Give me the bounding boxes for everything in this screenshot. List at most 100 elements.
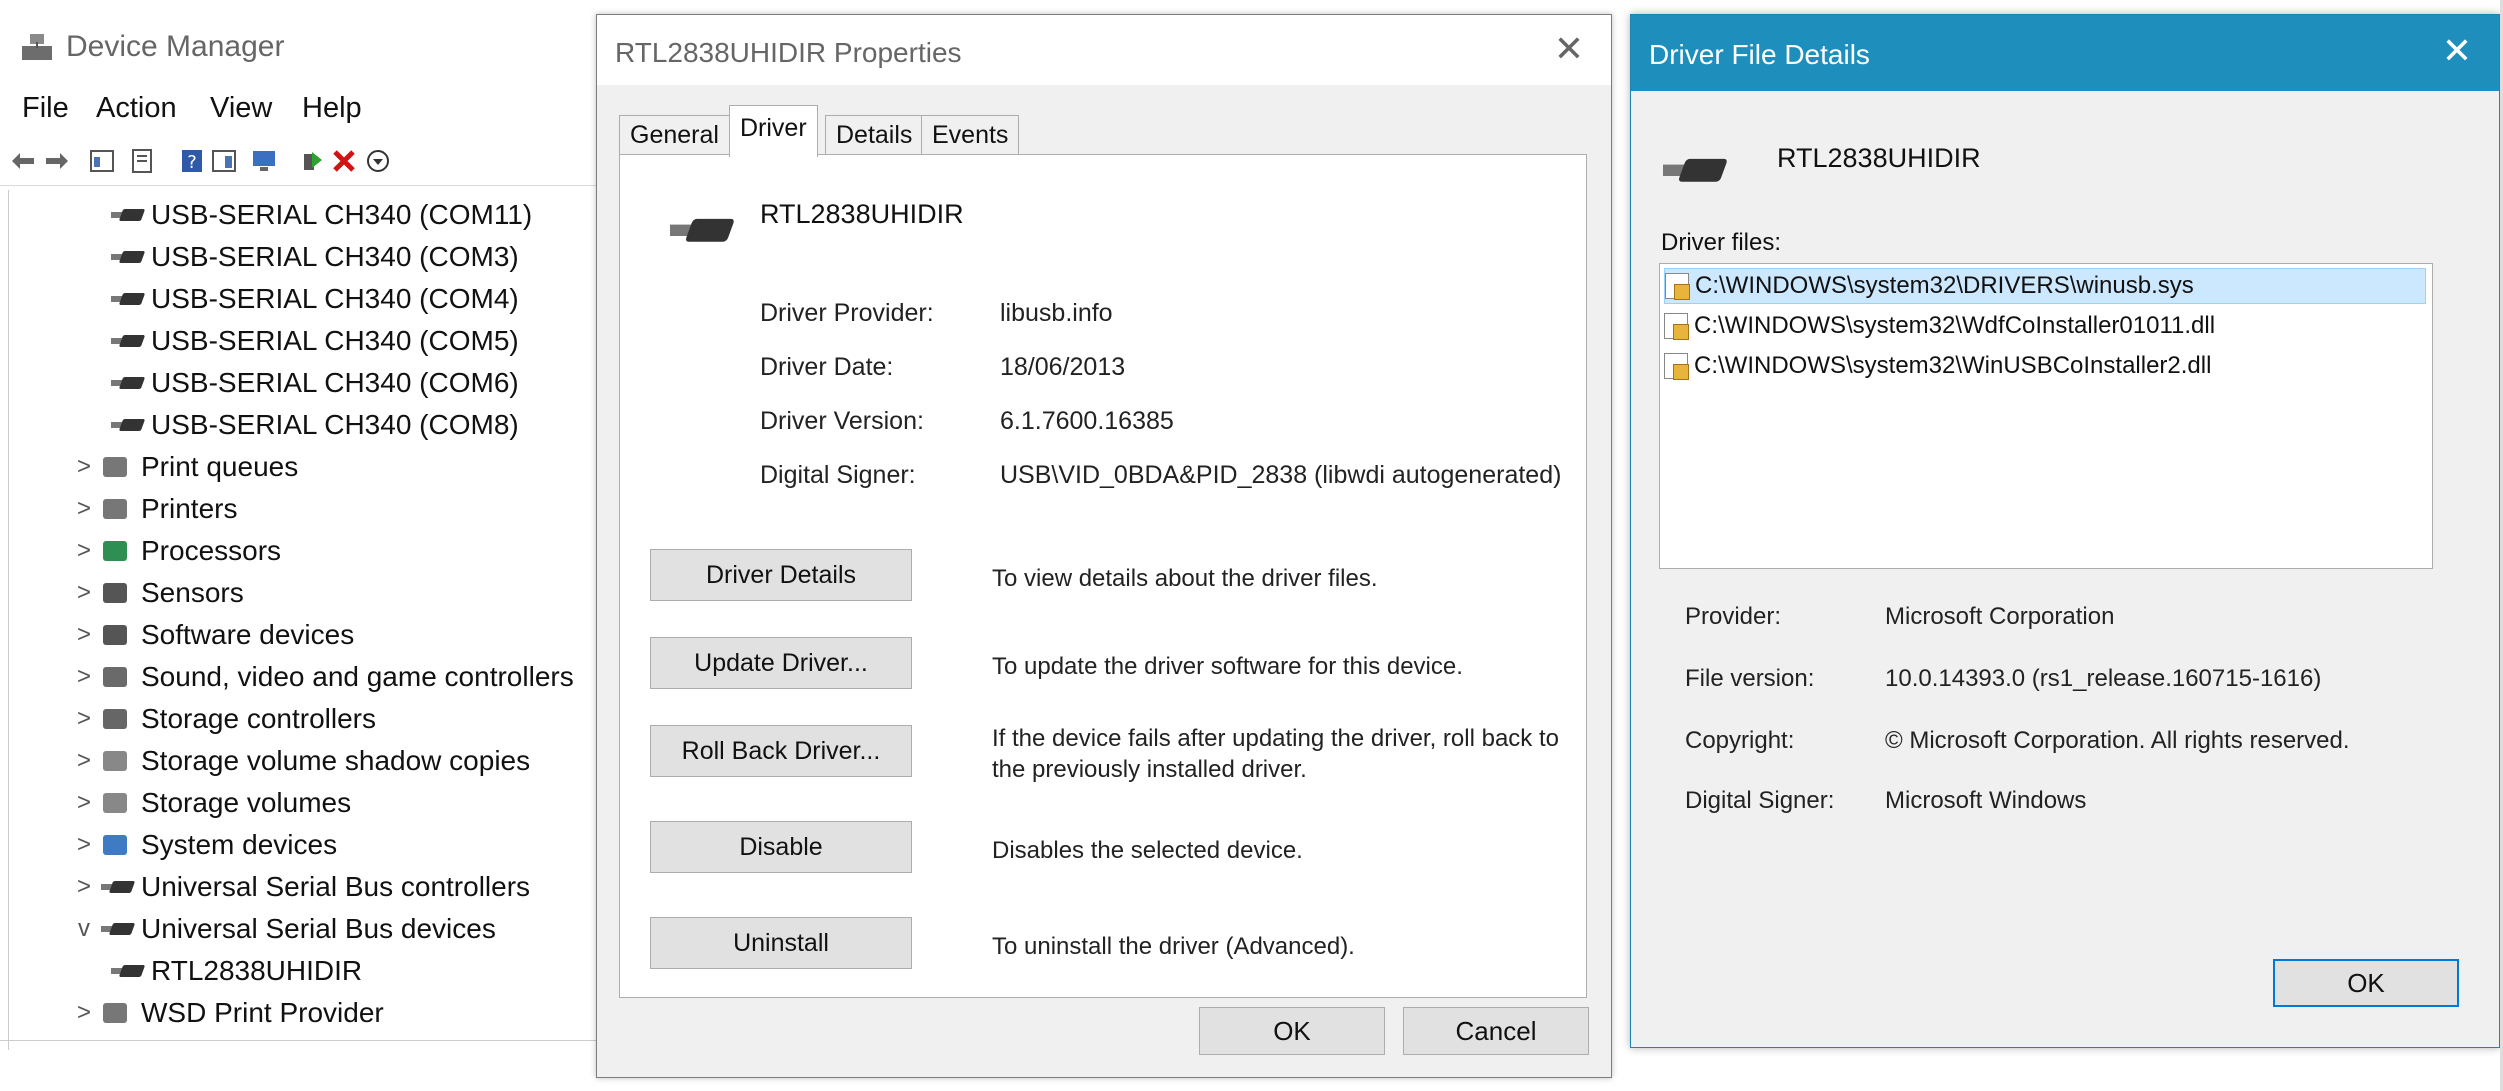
show-hide-console-tree-icon[interactable] — [88, 148, 116, 174]
file-version-value: 10.0.14393.0 (rs1_release.160715-1616) — [1885, 665, 2322, 692]
device-tree-item[interactable]: USB-SERIAL CH340 (COM8) — [109, 404, 519, 446]
chevron-right-icon[interactable]: > — [69, 831, 99, 859]
uninstall-device-icon[interactable] — [330, 148, 358, 174]
device-tree-label: RTL2838UHIDIR — [151, 955, 363, 986]
device-tree-item[interactable]: > Storage volumes — [69, 782, 351, 824]
device-tree-item[interactable]: USB-SERIAL CH340 (COM4) — [109, 278, 519, 320]
device-tree-label: Storage volume shadow copies — [141, 745, 531, 776]
device-name: RTL2838UHIDIR — [760, 199, 964, 229]
show-action-pane-icon[interactable] — [210, 148, 238, 174]
device-tree-item[interactable]: USB-SERIAL CH340 (COM3) — [109, 236, 519, 278]
device-tree-label: Printers — [141, 493, 238, 524]
drive-icon — [99, 791, 133, 815]
device-tree-label: USB-SERIAL CH340 (COM3) — [151, 241, 519, 272]
file-details-close-button[interactable]: ✕ — [2433, 29, 2481, 73]
device-tree-item[interactable]: > Processors — [69, 530, 281, 572]
usb-plug-icon — [109, 245, 143, 269]
chevron-right-icon[interactable]: > — [69, 663, 99, 691]
device-tree-item[interactable]: > Print queues — [69, 446, 298, 488]
chevron-right-icon[interactable]: > — [69, 705, 99, 733]
tab-driver[interactable]: Driver — [729, 105, 818, 157]
device-tree-item[interactable]: > Sensors — [69, 572, 244, 614]
device-tree-label: Print queues — [141, 451, 299, 482]
chevron-right-icon[interactable]: > — [69, 537, 99, 565]
device-tree-label: System devices — [141, 829, 338, 860]
tab-events[interactable]: Events — [921, 115, 1020, 155]
scan-for-hardware-changes-icon[interactable] — [250, 148, 278, 174]
file-version-label: File version: — [1685, 665, 1815, 692]
driver-file-icon — [1664, 353, 1689, 380]
chevron-right-icon[interactable]: > — [69, 579, 99, 607]
help-icon[interactable]: ? — [178, 148, 206, 174]
driver-file-row[interactable]: C:\WINDOWS\system32\WinUSBCoInstaller2.d… — [1664, 348, 2426, 384]
driver-file-row[interactable]: C:\WINDOWS\system32\WdfCoInstaller01011.… — [1664, 308, 2426, 344]
drive-icon — [99, 749, 133, 773]
usb-plug-icon — [109, 959, 143, 983]
driver-file-row[interactable]: C:\WINDOWS\system32\DRIVERS\winusb.sys — [1664, 268, 2426, 304]
properties-close-button[interactable]: ✕ — [1545, 27, 1593, 71]
file-details-device-name: RTL2838UHIDIR — [1777, 143, 1981, 173]
back-arrow-icon[interactable] — [10, 148, 38, 174]
device-tree-item[interactable]: > WSD Print Provider — [69, 992, 384, 1034]
file-details-ok-button[interactable]: OK — [2273, 959, 2459, 1007]
driver-files-label: Driver files: — [1661, 229, 1782, 256]
printer-icon — [99, 1001, 133, 1025]
menu-action[interactable]: Action — [96, 92, 177, 125]
device-tree-item[interactable]: > System devices — [69, 824, 337, 866]
enable-device-icon[interactable] — [364, 148, 392, 174]
device-tree-item[interactable]: USB-SERIAL CH340 (COM6) — [109, 362, 519, 404]
forward-arrow-icon[interactable] — [42, 148, 70, 174]
device-tree-item[interactable]: > Printers — [69, 488, 237, 530]
properties-icon[interactable] — [128, 148, 156, 174]
menu-help[interactable]: Help — [302, 92, 362, 125]
roll-back-driver-description: If the device fails after updating the d… — [992, 725, 1559, 783]
device-tree-item[interactable]: > Sound, video and game controllers — [69, 656, 574, 698]
disable-device-button[interactable]: Disable — [650, 821, 912, 873]
sensor-icon — [99, 581, 133, 605]
chevron-right-icon[interactable]: > — [69, 453, 99, 481]
device-tree-item[interactable]: USB-SERIAL CH340 (COM11) — [109, 194, 532, 236]
driver-file-path: C:\WINDOWS\system32\DRIVERS\winusb.sys — [1695, 272, 2194, 299]
device-tree-label: USB-SERIAL CH340 (COM4) — [151, 283, 519, 314]
update-driver-icon[interactable] — [298, 148, 326, 174]
device-tree-item[interactable]: v Universal Serial Bus devices — [69, 908, 496, 950]
update-driver-button[interactable]: Update Driver... — [650, 637, 912, 689]
device-tree-label: USB-SERIAL CH340 (COM11) — [151, 199, 533, 230]
chevron-right-icon[interactable]: > — [69, 621, 99, 649]
svg-text:?: ? — [187, 152, 197, 173]
properties-tabs: General Driver Details Events — [619, 103, 1579, 157]
digital-signer-label: Digital Signer: — [760, 461, 916, 489]
chevron-right-icon[interactable]: > — [69, 999, 99, 1027]
menu-file[interactable]: File — [22, 92, 69, 125]
usb-plug-icon — [99, 875, 133, 899]
device-tree-item[interactable]: > Storage volume shadow copies — [69, 740, 530, 782]
chevron-down-icon[interactable]: v — [69, 915, 99, 943]
driver-date-label: Driver Date: — [760, 353, 894, 381]
device-tree-label: Processors — [141, 535, 282, 566]
file-details-title: Driver File Details — [1649, 39, 1870, 70]
driver-provider-value: libusb.info — [1000, 299, 1113, 327]
driver-files-list[interactable]: C:\WINDOWS\system32\DRIVERS\winusb.sys C… — [1659, 263, 2433, 569]
status-bar-divider — [0, 1040, 600, 1041]
driver-details-button[interactable]: Driver Details — [650, 549, 912, 601]
tab-general[interactable]: General — [619, 115, 730, 155]
device-manager-icon — [22, 34, 52, 60]
storage-controller-icon — [99, 707, 133, 731]
device-tree-item[interactable]: > Storage controllers — [69, 698, 376, 740]
usb-plug-icon — [109, 371, 143, 395]
properties-cancel-button[interactable]: Cancel — [1403, 1007, 1589, 1055]
tab-details[interactable]: Details — [825, 115, 924, 155]
menu-view[interactable]: View — [210, 92, 272, 125]
properties-ok-button[interactable]: OK — [1199, 1007, 1385, 1055]
device-tree-item[interactable]: USB-SERIAL CH340 (COM5) — [109, 320, 519, 362]
device-tree-item[interactable]: RTL2838UHIDIR — [109, 950, 362, 992]
chevron-right-icon[interactable]: > — [69, 495, 99, 523]
chevron-right-icon[interactable]: > — [69, 789, 99, 817]
uninstall-driver-button[interactable]: Uninstall — [650, 917, 912, 969]
chevron-right-icon[interactable]: > — [69, 747, 99, 775]
roll-back-driver-button[interactable]: Roll Back Driver... — [650, 725, 912, 777]
device-tree-item[interactable]: > Software devices — [69, 614, 354, 656]
device-tree-item[interactable]: > Universal Serial Bus controllers — [69, 866, 530, 908]
chevron-right-icon[interactable]: > — [69, 873, 99, 901]
properties-titlebar: RTL2838UHIDIR Properties ✕ — [597, 15, 1611, 85]
